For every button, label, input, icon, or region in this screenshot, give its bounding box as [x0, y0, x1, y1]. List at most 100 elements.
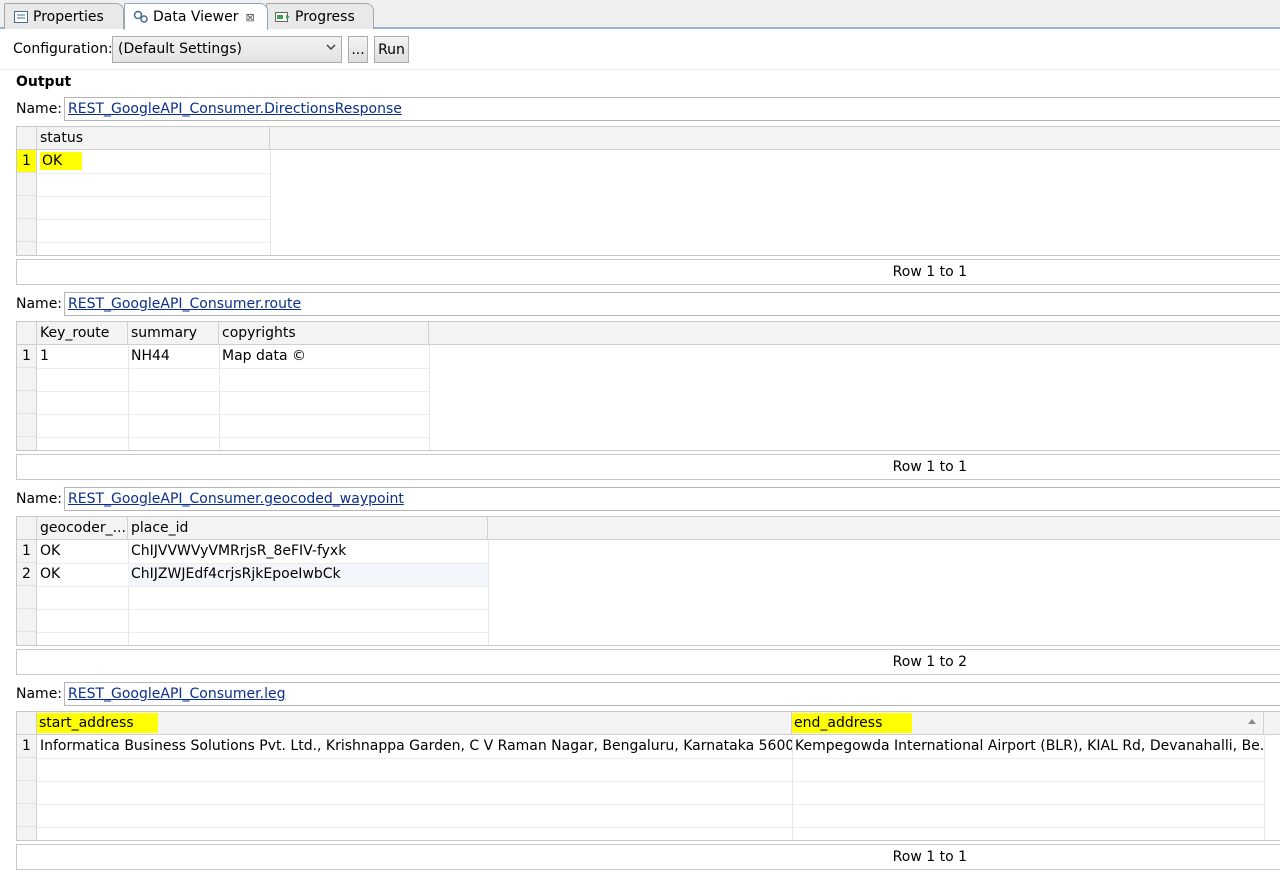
column-divider	[1264, 735, 1265, 840]
row-divider	[37, 586, 488, 587]
row-number	[17, 781, 37, 804]
header-corner	[17, 127, 37, 150]
column-header[interactable]: start_address	[37, 712, 792, 735]
column-header[interactable]: status	[37, 127, 270, 150]
tab-properties[interactable]: Properties	[4, 3, 124, 29]
row-number	[17, 368, 37, 391]
row-divider	[37, 368, 429, 369]
table-cell[interactable]: ChIJZWJEdf4crjsRjkEpoeIwbCk	[128, 563, 488, 586]
name-field[interactable]: REST_GoogleAPI_Consumer.geocoded_waypoin…	[64, 487, 1280, 511]
close-icon[interactable]: ⊠	[245, 11, 254, 24]
column-header[interactable]: end_address	[792, 712, 1264, 735]
row-divider	[37, 758, 1264, 759]
row-count-status: Row 1 to 1	[16, 259, 1280, 285]
grid-header: start_address end_address	[17, 712, 1280, 735]
table-cell[interactable]: OK	[37, 540, 128, 563]
header-corner	[17, 517, 37, 540]
data-grid: start_address end_address 1 Informatica …	[16, 711, 1280, 841]
column-divider	[270, 150, 271, 255]
name-field[interactable]: REST_GoogleAPI_Consumer.route	[64, 292, 1280, 316]
row-number	[17, 758, 37, 781]
name-label: Name:	[16, 101, 63, 117]
name-link[interactable]: REST_GoogleAPI_Consumer.route	[68, 296, 301, 312]
data-grid: geocoder_... place_id 1 OK ChIJVVWVyVMRr…	[16, 516, 1280, 646]
row-divider	[37, 437, 429, 438]
name-row: Name: REST_GoogleAPI_Consumer.geocoded_w…	[0, 487, 1280, 511]
tab-label: Data Viewer	[153, 9, 239, 25]
row-number	[17, 586, 37, 609]
column-header[interactable]: place_id	[128, 517, 488, 540]
row-count-status: Row 1 to 1	[16, 844, 1280, 870]
row-number	[17, 173, 37, 196]
column-divider	[429, 345, 430, 450]
row-divider	[37, 827, 1264, 828]
sort-ascending-icon	[1247, 715, 1257, 731]
name-row: Name: REST_GoogleAPI_Consumer.Directions…	[0, 97, 1280, 121]
row-divider	[37, 173, 270, 174]
run-button[interactable]: Run	[374, 36, 409, 63]
data-viewer-icon	[133, 10, 149, 24]
tab-progress[interactable]: Progress	[266, 3, 374, 29]
row-number	[17, 827, 37, 840]
name-link[interactable]: REST_GoogleAPI_Consumer.leg	[68, 686, 285, 702]
row-number	[17, 242, 37, 255]
name-row: Name: REST_GoogleAPI_Consumer.route	[0, 292, 1280, 316]
column-header-label: start_address	[37, 713, 158, 733]
name-link[interactable]: REST_GoogleAPI_Consumer.DirectionsRespon…	[68, 101, 402, 117]
row-divider	[37, 609, 488, 610]
row-divider	[37, 219, 270, 220]
grid-header: status	[17, 127, 1280, 150]
tab-data-viewer[interactable]: Data Viewer ⊠	[124, 3, 268, 30]
column-header[interactable]: summary	[128, 322, 219, 345]
table-cell[interactable]: Informatica Business Solutions Pvt. Ltd.…	[37, 735, 792, 758]
row-number	[17, 196, 37, 219]
data-grid: status 1 OK	[16, 126, 1280, 256]
name-row: Name: REST_GoogleAPI_Consumer.leg	[0, 682, 1280, 706]
column-header[interactable]: copyrights	[219, 322, 429, 345]
table-cell[interactable]: OK	[37, 150, 270, 173]
name-field[interactable]: REST_GoogleAPI_Consumer.DirectionsRespon…	[64, 97, 1280, 121]
row-number	[17, 804, 37, 827]
row-number	[17, 414, 37, 437]
name-link[interactable]: REST_GoogleAPI_Consumer.geocoded_waypoin…	[68, 491, 404, 507]
grid-header: Key_route summary copyrights	[17, 322, 1280, 345]
table-cell[interactable]: ChIJVVWVyVMRrjsR_8eFIV-fyxk	[128, 540, 488, 563]
grid-header: geocoder_... place_id	[17, 517, 1280, 540]
row-number	[17, 219, 37, 242]
configuration-label: Configuration:	[13, 41, 113, 57]
row-number	[17, 437, 37, 450]
table-cell[interactable]: Map data ©	[219, 345, 429, 368]
row-divider	[37, 196, 270, 197]
column-divider	[488, 540, 489, 645]
table-cell[interactable]: 1	[37, 345, 128, 368]
row-number[interactable]: 1	[17, 345, 37, 368]
row-number[interactable]: 1	[17, 150, 37, 173]
row-divider	[37, 804, 1264, 805]
column-header[interactable]: Key_route	[37, 322, 128, 345]
configuration-select[interactable]: (Default Settings)	[112, 36, 342, 63]
cell-value: OK	[40, 152, 83, 170]
table-cell[interactable]: NH44	[128, 345, 219, 368]
view-tab-strip: Properties Data Viewer ⊠ Progress	[0, 0, 1280, 30]
row-number[interactable]: 1	[17, 735, 37, 758]
more-button[interactable]: ...	[348, 36, 368, 63]
data-grid: Key_route summary copyrights 1 1 NH44 Ma…	[16, 321, 1280, 451]
configuration-bar: Configuration: (Default Settings) ... Ru…	[0, 30, 1280, 70]
column-header[interactable]: geocoder_...	[37, 517, 128, 540]
name-field[interactable]: REST_GoogleAPI_Consumer.leg	[64, 682, 1280, 706]
row-number	[17, 632, 37, 645]
table-cell[interactable]: Kempegowda International Airport (BLR), …	[792, 735, 1264, 758]
name-label: Name:	[16, 296, 63, 312]
tab-label: Properties	[33, 8, 104, 25]
row-number	[17, 609, 37, 632]
row-divider	[37, 414, 429, 415]
configuration-value: (Default Settings)	[118, 41, 242, 57]
row-number[interactable]: 2	[17, 563, 37, 586]
header-corner	[17, 712, 37, 735]
row-divider	[37, 781, 1264, 782]
chevron-down-icon	[325, 41, 337, 56]
properties-icon	[13, 10, 29, 24]
row-number[interactable]: 1	[17, 540, 37, 563]
row-divider	[37, 242, 270, 243]
table-cell[interactable]: OK	[37, 563, 128, 586]
